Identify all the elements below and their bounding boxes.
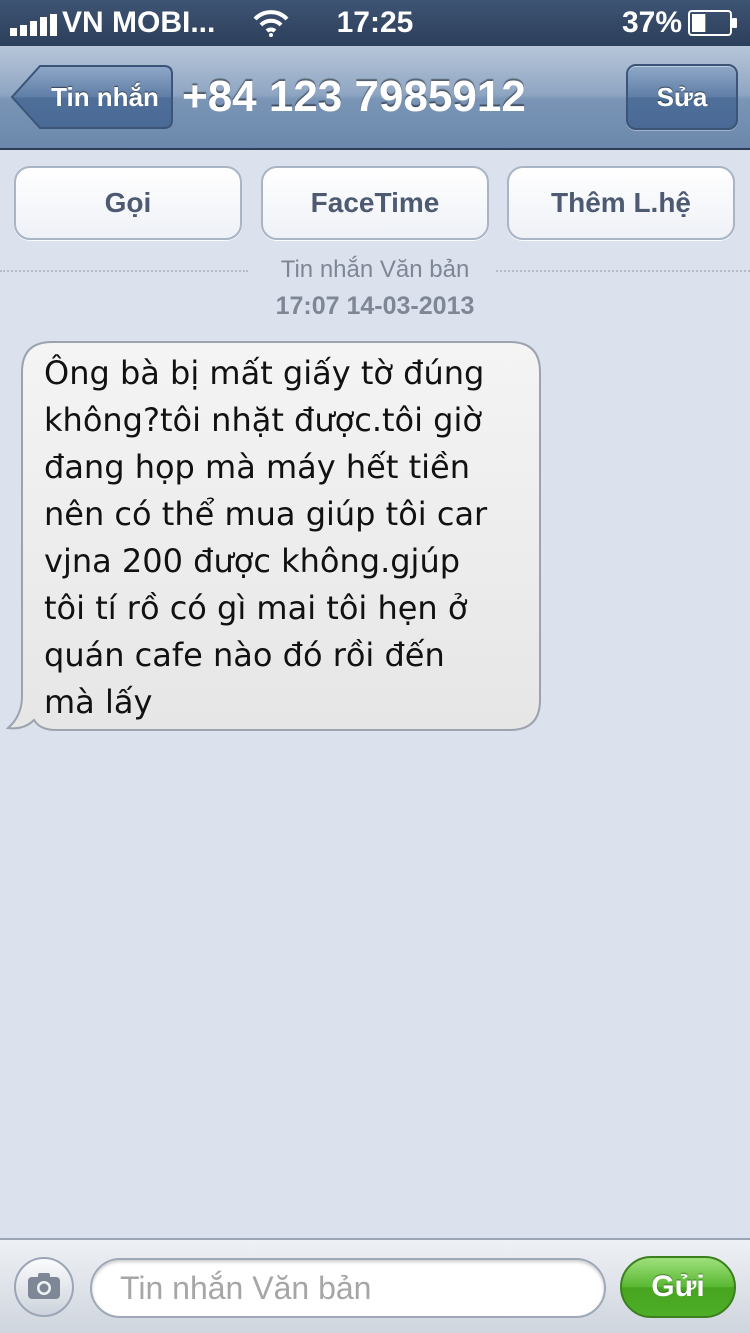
- message-type-text: Tin nhắn Văn bản: [270, 256, 480, 283]
- contact-actions: Gọi FaceTime Thêm L.hệ: [0, 166, 750, 242]
- call-button[interactable]: Gọi: [14, 166, 242, 240]
- message-input[interactable]: [90, 1258, 606, 1318]
- message-timestamp: 17:07 14-03-2013: [275, 292, 475, 320]
- status-bar: VN MOBI... 17:25 37%: [0, 0, 750, 46]
- back-button[interactable]: Tin nhắn: [10, 64, 174, 130]
- message-type-label: Tin nhắn Văn bản: [0, 256, 750, 284]
- back-button-label: Tin nhắn: [51, 82, 159, 112]
- facetime-button[interactable]: FaceTime: [261, 166, 489, 240]
- camera-button[interactable]: [14, 1257, 74, 1317]
- battery-percent: 37%: [621, 6, 682, 39]
- edit-button[interactable]: Sửa: [626, 64, 738, 130]
- send-button[interactable]: Gửi: [620, 1256, 736, 1318]
- message-bubble-incoming[interactable]: Ông bà bị mất giấy tờ đúng không?tôi nhặ…: [0, 340, 560, 740]
- message-text: Ông bà bị mất giấy tờ đúng không?tôi nhặ…: [44, 354, 488, 721]
- camera-icon: [28, 1273, 60, 1299]
- add-contact-button[interactable]: Thêm L.hệ: [507, 166, 735, 240]
- navigation-bar: Tin nhắn +84 123 7985912 Sửa: [0, 46, 750, 150]
- battery-icon: [688, 10, 737, 36]
- message-composer: Gửi: [0, 1238, 750, 1333]
- conversation-title: +84 123 7985912: [182, 72, 526, 121]
